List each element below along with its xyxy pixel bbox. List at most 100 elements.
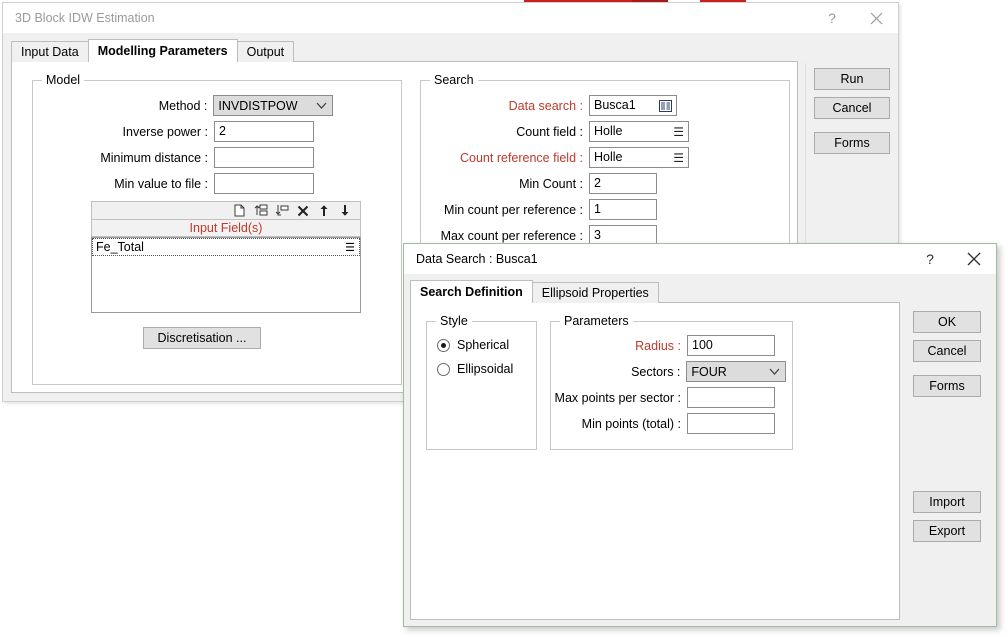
- main-window-title: 3D Block IDW Estimation: [15, 11, 155, 25]
- main-window-titlebar-buttons: ?: [810, 3, 898, 33]
- min-points-total-row: Min points (total) :: [551, 413, 786, 434]
- run-button[interactable]: Run: [814, 68, 890, 90]
- tab-search-definition[interactable]: Search Definition: [410, 280, 533, 303]
- count-field-row: Count field : Holle ☰: [421, 121, 781, 142]
- insert-row-above-icon[interactable]: [251, 203, 270, 219]
- input-field-list[interactable]: Fe_Total ☰: [91, 237, 361, 313]
- data-search-value: Busca1: [594, 98, 636, 112]
- method-combo[interactable]: INVDISTPOW: [213, 95, 333, 116]
- dialog-button-column: OK Cancel Forms Import Export: [900, 304, 996, 626]
- list-picker-icon[interactable]: ☰: [345, 241, 359, 254]
- min-points-total-input[interactable]: [687, 413, 775, 434]
- radius-value: 100: [692, 338, 713, 352]
- input-field-list-toolbar: [91, 201, 361, 220]
- move-up-icon[interactable]: [314, 203, 333, 219]
- delete-row-icon[interactable]: [293, 203, 312, 219]
- move-down-icon[interactable]: [335, 203, 354, 219]
- data-search-input[interactable]: Busca1: [589, 95, 677, 116]
- forms-button[interactable]: Forms: [913, 375, 981, 397]
- radio-spherical-label: Spherical: [457, 338, 510, 352]
- tab-label: Output: [246, 45, 285, 59]
- min-count-per-reference-label: Min count per reference :: [444, 202, 583, 217]
- list-picker-icon[interactable]: ☰: [673, 126, 684, 138]
- count-field-value: Holle: [594, 124, 623, 138]
- tab-label: Modelling Parameters: [97, 44, 228, 58]
- model-group: Model Method : INVDISTPOW Inverse power …: [32, 73, 402, 385]
- chevron-down-icon: [314, 102, 328, 109]
- search-definition-page: Style Spherical Ellipsoidal Parameters R…: [410, 302, 900, 620]
- inverse-power-value: 2: [219, 124, 226, 138]
- help-glyph: ?: [828, 10, 836, 26]
- export-button[interactable]: Export: [913, 520, 981, 542]
- data-search-picker-icon[interactable]: [659, 99, 672, 112]
- list-picker-icon[interactable]: ☰: [673, 152, 684, 164]
- help-glyph: ?: [926, 251, 934, 267]
- style-group: Style Spherical Ellipsoidal: [426, 314, 537, 450]
- minimum-distance-row: Minimum distance :: [33, 147, 333, 168]
- max-count-per-reference-label: Max count per reference :: [440, 228, 583, 243]
- radius-label: Radius :: [635, 338, 681, 353]
- tab-output[interactable]: Output: [236, 41, 295, 62]
- tab-label: Input Data: [21, 45, 79, 59]
- input-field-list-header: Input Field(s): [91, 220, 361, 237]
- inverse-power-input[interactable]: 2: [214, 121, 314, 142]
- sectors-row: Sectors : FOUR: [551, 361, 786, 382]
- min-value-to-file-label: Min value to file :: [114, 176, 208, 191]
- help-icon[interactable]: ?: [908, 244, 952, 274]
- close-icon[interactable]: [854, 3, 898, 33]
- radio-ellipsoidal[interactable]: Ellipsoidal: [437, 360, 513, 378]
- dialog-tabstrip: Search Definition Ellipsoid Properties: [410, 280, 659, 303]
- main-tabstrip: Input Data Modelling Parameters Output: [11, 39, 295, 62]
- count-reference-field-input[interactable]: Holle ☰: [589, 147, 689, 168]
- cancel-button[interactable]: Cancel: [814, 97, 890, 119]
- min-value-to-file-input[interactable]: [214, 173, 314, 194]
- ok-button[interactable]: OK: [913, 311, 981, 333]
- cancel-button[interactable]: Cancel: [913, 340, 981, 362]
- count-field-label: Count field :: [516, 124, 583, 139]
- method-label: Method :: [158, 98, 208, 113]
- minimum-distance-input[interactable]: [214, 147, 314, 168]
- chevron-down-icon: [767, 368, 781, 375]
- style-group-title: Style: [436, 314, 472, 328]
- sectors-value: FOUR: [691, 364, 727, 379]
- import-button[interactable]: Import: [913, 491, 981, 513]
- max-points-per-sector-input[interactable]: [687, 387, 775, 408]
- list-item[interactable]: Fe_Total ☰: [92, 238, 360, 256]
- dialog-titlebar: Data Search : Busca1 ?: [404, 244, 996, 274]
- forms-button[interactable]: Forms: [814, 132, 890, 154]
- min-count-input[interactable]: 2: [589, 173, 657, 194]
- inverse-power-row: Inverse power : 2: [33, 121, 333, 142]
- parameters-group: Parameters Radius : 100 Sectors : FOUR M…: [550, 314, 793, 450]
- count-field-input[interactable]: Holle ☰: [589, 121, 689, 142]
- radio-ellipsoidal-label: Ellipsoidal: [457, 362, 514, 376]
- discretisation-button[interactable]: Discretisation ...: [143, 327, 261, 349]
- tab-label: Search Definition: [420, 285, 523, 299]
- sectors-combo[interactable]: FOUR: [686, 361, 786, 382]
- tab-ellipsoid-properties[interactable]: Ellipsoid Properties: [531, 282, 659, 303]
- count-reference-field-row: Count reference field : Holle ☰: [421, 147, 781, 168]
- close-icon[interactable]: [952, 244, 996, 274]
- radius-row: Radius : 100: [551, 335, 786, 356]
- radius-input[interactable]: 100: [687, 335, 775, 356]
- min-count-row: Min Count : 2: [421, 173, 781, 194]
- min-count-per-reference-input[interactable]: 1: [589, 199, 657, 220]
- new-file-icon[interactable]: [230, 203, 249, 219]
- data-search-row: Data search : Busca1: [421, 95, 781, 116]
- minimum-distance-label: Minimum distance :: [100, 150, 208, 165]
- search-group-title: Search: [430, 73, 478, 87]
- sectors-label: Sectors :: [631, 364, 681, 379]
- max-points-per-sector-row: Max points per sector :: [551, 387, 786, 408]
- insert-row-below-icon[interactable]: [272, 203, 291, 219]
- min-value-to-file-row: Min value to file :: [33, 173, 333, 194]
- min-count-label: Min Count :: [519, 176, 583, 191]
- min-count-value: 2: [594, 176, 601, 190]
- parameters-group-title: Parameters: [560, 314, 633, 328]
- min-count-per-reference-value: 1: [594, 202, 601, 216]
- tab-modelling-parameters[interactable]: Modelling Parameters: [87, 39, 238, 62]
- tab-label: Ellipsoid Properties: [541, 286, 649, 300]
- help-icon[interactable]: ?: [810, 3, 854, 33]
- dialog-body: Search Definition Ellipsoid Properties S…: [404, 274, 996, 626]
- count-reference-field-label: Count reference field :: [460, 150, 583, 165]
- tab-input-data[interactable]: Input Data: [11, 41, 89, 62]
- radio-spherical[interactable]: Spherical: [437, 336, 509, 354]
